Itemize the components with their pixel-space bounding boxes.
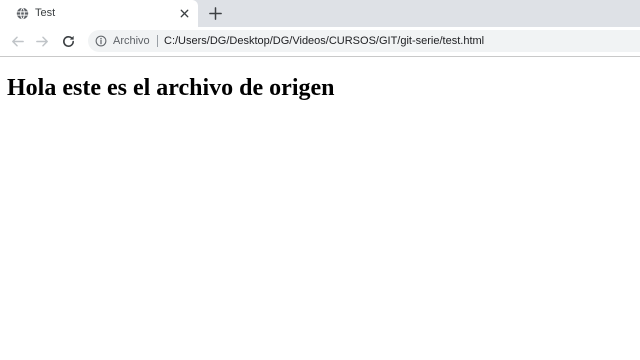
- address-bar[interactable]: Archivo C:/Users/DG/Desktop/DG/Videos/CU…: [88, 30, 640, 52]
- close-icon[interactable]: [178, 7, 191, 20]
- plus-icon[interactable]: [208, 6, 223, 21]
- info-icon[interactable]: [95, 35, 107, 47]
- chip-divider: [157, 35, 158, 47]
- arrow-left-icon[interactable]: [10, 34, 25, 49]
- tab-test[interactable]: Test: [0, 0, 198, 27]
- tab-title: Test: [35, 7, 56, 19]
- security-chip-label[interactable]: Archivo: [113, 34, 150, 48]
- tab-strip: Test: [0, 0, 640, 27]
- globe-icon: [16, 7, 29, 20]
- page-heading: Hola este es el archivo de origen: [7, 75, 335, 101]
- reload-icon[interactable]: [61, 34, 76, 49]
- page-content: Hola este es el archivo de origen: [0, 57, 640, 360]
- toolbar: Archivo C:/Users/DG/Desktop/DG/Videos/CU…: [0, 27, 640, 57]
- browser-window: Test Archivo C:/Users/DG/Desktop/DG/Vide…: [0, 0, 640, 360]
- url-text[interactable]: C:/Users/DG/Desktop/DG/Videos/CURSOS/GIT…: [164, 34, 484, 48]
- arrow-right-icon[interactable]: [35, 34, 50, 49]
